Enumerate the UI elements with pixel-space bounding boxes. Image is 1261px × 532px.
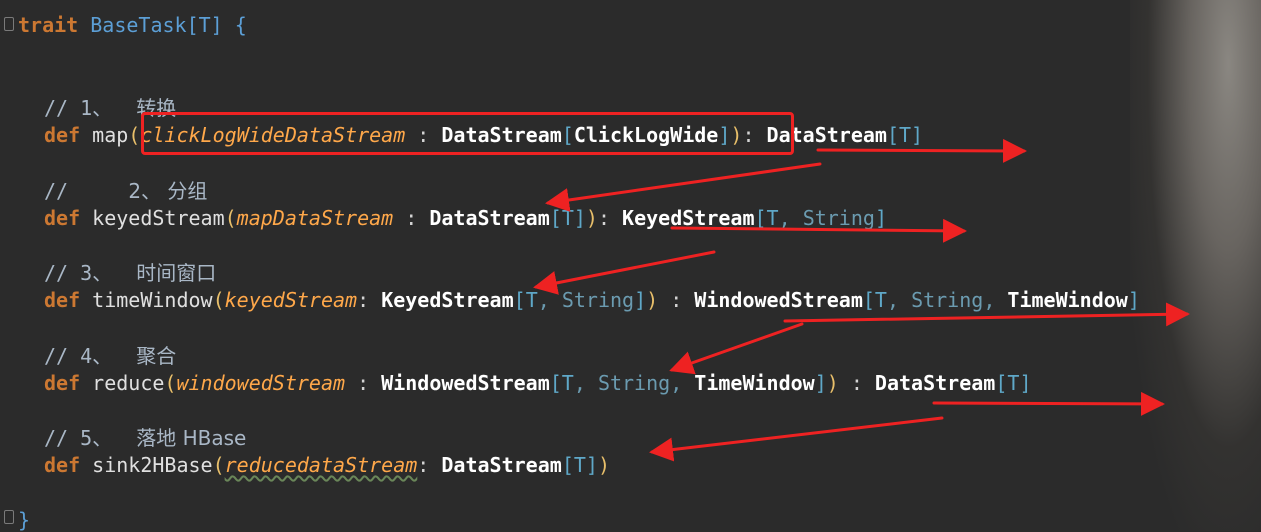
arrow-1 — [816, 138, 1027, 163]
arrow-6 — [669, 322, 804, 375]
arrow-4 — [533, 250, 716, 295]
annotation-arrows — [533, 138, 1190, 462]
arrow-8 — [649, 416, 944, 462]
arrow-2 — [545, 162, 822, 212]
code-editor[interactable]: trait BaseTask[T] { // 1、 转换 def map(cli… — [0, 0, 1261, 532]
arrow-3 — [670, 218, 967, 243]
arrow-5 — [783, 302, 1190, 327]
arrow-7 — [932, 391, 1165, 416]
